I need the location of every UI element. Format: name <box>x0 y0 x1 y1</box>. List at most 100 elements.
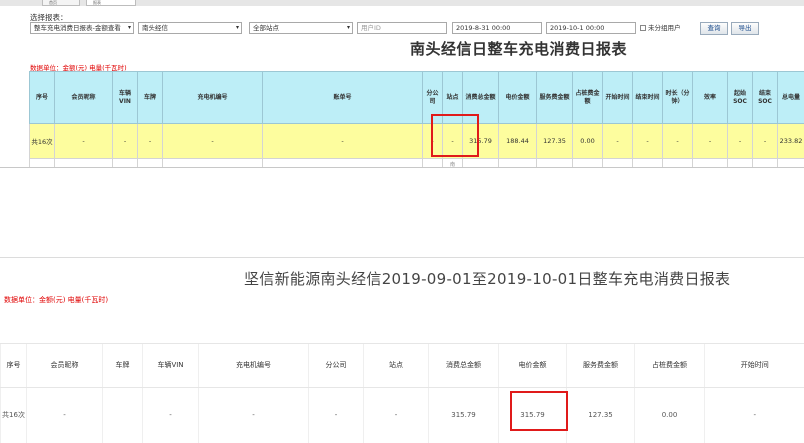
column-header: 序号 <box>29 71 55 124</box>
column-header: 充电机编号 <box>198 343 309 388</box>
screenshot-root: 首页 报表 选择报表： 整车充电消费日报表-金额查看 ▾ 南头经信 ▾ 全部站点… <box>0 0 804 443</box>
table-cell: 127.35 <box>536 123 573 159</box>
column-header: 电价金额 <box>498 71 537 124</box>
table-cell: - <box>162 123 263 159</box>
table-cell <box>777 158 804 167</box>
table-cell: 127.35 <box>566 387 635 443</box>
table-cell: - <box>137 123 163 159</box>
table-cell <box>572 158 603 167</box>
table-cell: - <box>262 123 423 159</box>
report-table-top: 序号 会员昵称 车辆VIN 车牌 充电机编号 账单号 分公司 站点 消费总金额 电价金额 服务费金额… <box>29 71 804 167</box>
unassigned-user-checkbox[interactable]: 未分组用户 <box>640 22 681 32</box>
table-cell: - <box>752 123 778 159</box>
checkbox-icon <box>640 25 646 31</box>
column-header: 电价金额 <box>498 343 567 388</box>
table-cell: 0.00 <box>634 387 705 443</box>
report-table-bottom: 序号 会员昵称 车牌 车辆VIN 充电机编号 分公司 站点 消费总金额 电价金额 服务费金额 占桩费… <box>0 343 804 443</box>
tab-home[interactable]: 首页 <box>42 0 80 6</box>
table-cell <box>632 158 663 167</box>
column-header: 序号 <box>0 343 27 388</box>
column-header: 站点 <box>363 343 429 388</box>
table-cell: - <box>54 123 113 159</box>
column-header: 消费总金额 <box>428 343 499 388</box>
table-cell <box>137 158 163 167</box>
column-header: 分公司 <box>308 343 364 388</box>
table-cell <box>662 158 693 167</box>
table-header-row: 序号 会员昵称 车辆VIN 车牌 充电机编号 账单号 分公司 站点 消费总金额 电价金额 服务费金额… <box>29 71 804 124</box>
highlight-box-price-amount <box>510 391 568 431</box>
area-value: 南头经信 <box>142 24 168 32</box>
query-button[interactable]: 查询 <box>700 22 728 35</box>
column-header: 占桩费金额 <box>572 71 603 124</box>
chevron-down-icon: ▾ <box>346 24 350 31</box>
table-cell <box>102 387 143 443</box>
table-cell: - <box>704 387 804 443</box>
column-header: 效率 <box>692 71 728 124</box>
table-cell <box>752 158 778 167</box>
station-select[interactable]: 全部站点 ▾ <box>249 22 353 34</box>
end-time-input[interactable]: 2019-10-1 00:00 <box>546 22 636 34</box>
table-cell <box>422 158 443 167</box>
report-panel-top: 首页 报表 选择报表： 整车充电消费日报表-金额查看 ▾ 南头经信 ▾ 全部站点… <box>0 0 804 168</box>
station-value: 全部站点 <box>253 24 279 32</box>
table-cell <box>54 158 113 167</box>
table-cell <box>262 158 423 167</box>
table-total-row: 共16次 - - - - -315.79 315.79 127.35 0.00- <box>0 387 804 443</box>
column-header: 车牌 <box>137 71 163 124</box>
report-type-value: 整车充电消费日报表-金额查看 <box>34 24 121 32</box>
table-cell: 0.00 <box>572 123 603 159</box>
table-cell: 315.79 <box>428 387 499 443</box>
column-header: 时长（分钟） <box>662 71 693 124</box>
user-id-input[interactable]: 用户ID <box>357 22 447 34</box>
table-cell <box>536 158 573 167</box>
table-cell: 共16次 <box>0 387 27 443</box>
column-header: 服务费金额 <box>536 71 573 124</box>
column-header: 开始时间 <box>602 71 633 124</box>
table-cell: - <box>727 123 753 159</box>
chevron-down-icon: ▾ <box>127 24 131 31</box>
area-select[interactable]: 南头经信 ▾ <box>138 22 242 34</box>
table-cell: - <box>692 123 728 159</box>
table-cell: - <box>198 387 309 443</box>
unit-note-export: 数据单位：金额(元) 电量(千瓦时) <box>4 296 109 304</box>
column-header: 车辆VIN <box>112 71 138 124</box>
table-row: 南 <box>29 158 804 167</box>
report-title: 南头经信日整车充电消费日报表 <box>410 40 628 58</box>
table-cell: - <box>662 123 693 159</box>
column-header: 开始时间 <box>704 343 804 388</box>
table-cell <box>498 158 537 167</box>
column-header: 结束SOC <box>752 71 778 124</box>
table-cell: - <box>142 387 199 443</box>
table-cell <box>602 158 633 167</box>
column-header: 车辆VIN <box>142 343 199 388</box>
column-header: 结束时间 <box>632 71 663 124</box>
highlight-box-price-amount <box>431 114 479 157</box>
unassigned-user-label: 未分组用户 <box>648 24 681 32</box>
column-header: 起始SOC <box>727 71 753 124</box>
table-cell <box>29 158 55 167</box>
table-cell <box>692 158 728 167</box>
table-cell: 共16次 <box>29 123 55 159</box>
table-cell: 233.82 <box>777 123 804 159</box>
table-cell: - <box>632 123 663 159</box>
column-header: 充电机编号 <box>162 71 263 124</box>
table-cell: 188.44 <box>498 123 537 159</box>
column-header: 服务费金额 <box>566 343 635 388</box>
tab-report[interactable]: 报表 <box>86 0 136 6</box>
table-cell <box>162 158 263 167</box>
table-total-row: 共16次 - - - - - - -315.79 188.44 127.35 0.00- - - - - -2… <box>29 123 804 159</box>
table-cell <box>112 158 138 167</box>
column-header: 总电量 <box>777 71 804 124</box>
table-cell: 南 <box>442 158 463 167</box>
start-time-input[interactable]: 2019-8-31 00:00 <box>452 22 542 34</box>
table-cell: - <box>26 387 103 443</box>
table-cell: - <box>308 387 364 443</box>
table-header-row: 序号 会员昵称 车牌 车辆VIN 充电机编号 分公司 站点 消费总金额 电价金额 服务费金额 占桩费… <box>0 343 804 388</box>
table-cell: - <box>112 123 138 159</box>
table-cell <box>727 158 753 167</box>
table-cell: - <box>363 387 429 443</box>
report-title-export: 坚信新能源南头经信2019-09-01至2019-10-01日整车充电消费日报表 <box>244 270 731 288</box>
column-header: 会员昵称 <box>54 71 113 124</box>
report-type-select[interactable]: 整车充电消费日报表-金额查看 ▾ <box>30 22 134 34</box>
export-button[interactable]: 导出 <box>731 22 759 35</box>
